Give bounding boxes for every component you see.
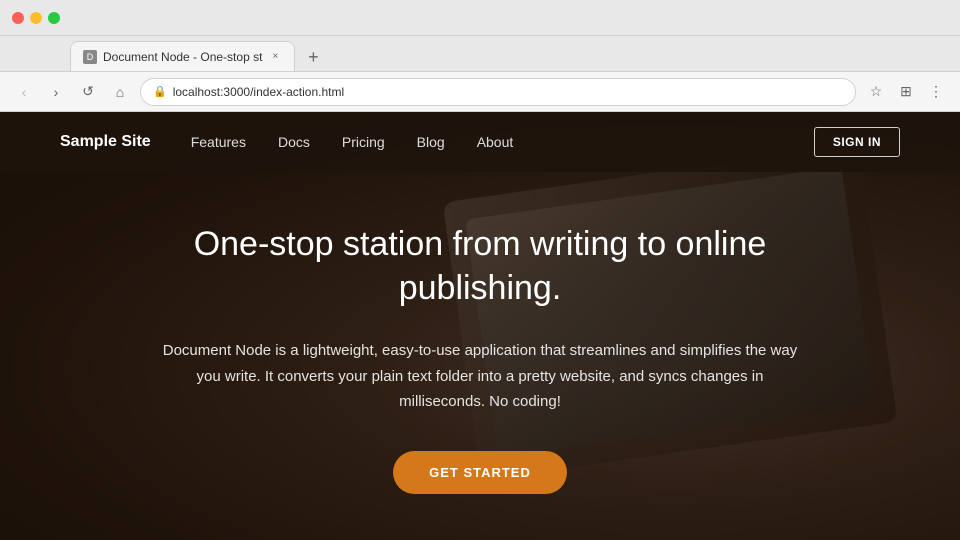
bookmark-button[interactable]: ☆ [864, 80, 888, 104]
address-bar[interactable]: 🔒 localhost:3000/index-action.html [140, 78, 856, 106]
hero-description: Document Node is a lightweight, easy-to-… [160, 338, 800, 415]
get-started-button[interactable]: GET STARTED [393, 451, 567, 494]
maximize-traffic-light[interactable] [48, 12, 60, 24]
home-button[interactable]: ⌂ [108, 80, 132, 104]
nav-link-docs[interactable]: Docs [278, 134, 310, 150]
website-content: Sample Site Features Docs Pricing Blog A… [0, 112, 960, 540]
signin-button[interactable]: SIGN IN [814, 127, 900, 157]
tab-title: Document Node - One-stop st [103, 50, 262, 64]
reload-button[interactable]: ↺ [76, 80, 100, 104]
nav-link-blog[interactable]: Blog [417, 134, 445, 150]
tab-favicon: D [83, 50, 97, 64]
nav-link-features[interactable]: Features [191, 134, 246, 150]
url-text: localhost:3000/index-action.html [173, 85, 344, 99]
extensions-button[interactable]: ⊞ [894, 80, 918, 104]
nav-link-pricing[interactable]: Pricing [342, 134, 385, 150]
nav-brand: Sample Site [60, 133, 151, 151]
browser-titlebar [0, 0, 960, 36]
minimize-traffic-light[interactable] [30, 12, 42, 24]
hero-title: One-stop station from writing to online … [120, 222, 840, 310]
close-traffic-light[interactable] [12, 12, 24, 24]
toolbar-actions: ☆ ⊞ ⋮ [864, 80, 948, 104]
lock-icon: 🔒 [153, 85, 167, 98]
traffic-lights [12, 12, 60, 24]
menu-button[interactable]: ⋮ [924, 80, 948, 104]
new-tab-button[interactable]: + [299, 43, 327, 71]
nav-links: Features Docs Pricing Blog About [191, 134, 814, 150]
forward-button[interactable]: › [44, 80, 68, 104]
tab-close-button[interactable]: × [268, 50, 282, 64]
active-tab[interactable]: D Document Node - One-stop st × [70, 41, 295, 71]
browser-window: D Document Node - One-stop st × + ‹ › ↺ … [0, 0, 960, 540]
nav-link-about[interactable]: About [477, 134, 514, 150]
navbar: Sample Site Features Docs Pricing Blog A… [0, 112, 960, 172]
browser-toolbar: ‹ › ↺ ⌂ 🔒 localhost:3000/index-action.ht… [0, 72, 960, 112]
back-button[interactable]: ‹ [12, 80, 36, 104]
tab-bar: D Document Node - One-stop st × + [0, 36, 960, 72]
hero-section: One-stop station from writing to online … [0, 172, 960, 494]
